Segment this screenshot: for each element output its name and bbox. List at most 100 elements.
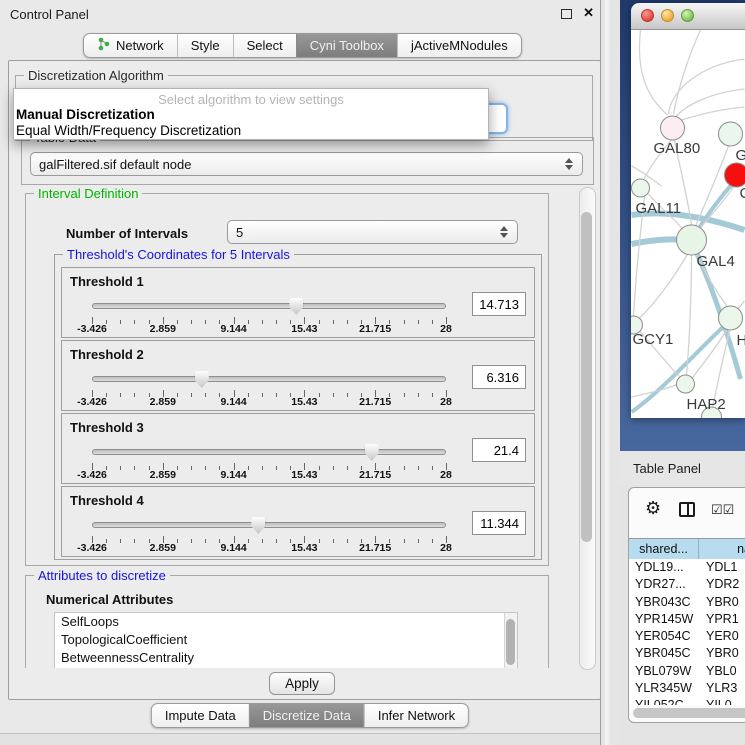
- network-canvas[interactable]: GAL80GACGAL11GAL4GCY1HHAP2: [631, 30, 745, 418]
- bottom-tab-bar: Impute DataDiscretize DataInfer Network: [151, 703, 469, 728]
- table-row[interactable]: YDR27...YDR2: [629, 576, 745, 593]
- threshold-panel-3: Threshold 3-3.4262.8599.14415.4321.71528: [61, 413, 535, 484]
- node-gal80[interactable]: [661, 116, 685, 140]
- main-scrollbar[interactable]: [579, 187, 596, 670]
- settings-scroll-viewport: Interval Definition Number of Intervals …: [21, 187, 578, 668]
- tick-label: 28: [440, 542, 452, 554]
- attributes-scrollbar[interactable]: [504, 613, 517, 668]
- threshold-label: Threshold 2: [70, 347, 144, 362]
- attributes-scrollbar-thumb[interactable]: [506, 619, 515, 665]
- table-row[interactable]: YBR045C YBR0: [629, 645, 745, 662]
- cell-name: YER0: [706, 628, 739, 645]
- tick-label: 9.144: [220, 323, 246, 335]
- node-red[interactable]: [725, 163, 745, 187]
- threshold-slider-2[interactable]: [92, 369, 446, 389]
- table-row[interactable]: YIL052CYIL0: [629, 697, 745, 705]
- node-gal11[interactable]: [632, 179, 650, 197]
- tab-network[interactable]: Network: [84, 34, 177, 57]
- slider-track[interactable]: [92, 449, 446, 455]
- popup-item-manual-discretization[interactable]: Manual Discretization: [16, 107, 155, 122]
- node-hap2[interactable]: [677, 375, 695, 393]
- node-top-right[interactable]: [719, 122, 743, 146]
- combo-stepper-icon: [564, 153, 576, 175]
- threshold-value-field-2[interactable]: [472, 365, 526, 389]
- control-panel-title: Control Panel: [10, 7, 89, 22]
- slider-tick-labels: -3.4262.8599.14415.4321.71528: [92, 469, 446, 481]
- attribute-item-selfloops[interactable]: SelfLoops: [55, 613, 517, 631]
- window-close-icon[interactable]: [641, 9, 654, 22]
- attribute-item-betweennesscentrality[interactable]: BetweennessCentrality: [55, 649, 517, 667]
- table-hscrollbar-thumb[interactable]: [633, 708, 745, 718]
- window-zoom-icon[interactable]: [681, 9, 694, 22]
- table-row[interactable]: YDL19...YDL1: [629, 559, 745, 576]
- network-edge[interactable]: [675, 89, 745, 118]
- slider-thumb[interactable]: [365, 444, 379, 461]
- node-label-gal11: GAL11: [636, 200, 682, 217]
- tab-jactivemnodules[interactable]: jActiveMNodules: [397, 34, 521, 57]
- num-intervals-label: Number of Intervals: [66, 226, 188, 241]
- columns-icon[interactable]: [679, 502, 695, 517]
- interval-definition-group: Interval Definition Number of Intervals …: [25, 193, 549, 566]
- attribute-item-topologicalcoefficient[interactable]: TopologicalCoefficient: [55, 631, 517, 649]
- column-header-shared[interactable]: shared...: [629, 539, 699, 560]
- tick-label: 2.859: [150, 396, 176, 408]
- table-row[interactable]: YPR145WYPR1: [629, 611, 745, 628]
- cell-shared-name: YLR345W: [635, 680, 692, 697]
- tick-label: 2.859: [150, 542, 176, 554]
- panel-splitter[interactable]: [600, 0, 621, 745]
- gear-icon[interactable]: ⚙: [645, 499, 661, 517]
- right-panel: GAL80GACGAL11GAL4GCY1HHAP2 Table Panel ⚙…: [620, 0, 745, 745]
- close-icon[interactable]: ✕: [583, 5, 594, 21]
- network-window-titlebar[interactable]: [631, 3, 745, 30]
- cell-name: YBR0: [706, 645, 739, 662]
- slider-track[interactable]: [92, 376, 446, 382]
- threshold-value-field-3[interactable]: [472, 438, 526, 462]
- bottom-tab-infer-network[interactable]: Infer Network: [364, 704, 468, 727]
- node-gal4[interactable]: [677, 225, 707, 255]
- node-label-hap2: HAP2: [687, 396, 726, 413]
- popup-item-equal-width-frequency-discretization[interactable]: Equal Width/Frequency Discretization: [16, 123, 241, 138]
- tab-select[interactable]: Select: [233, 34, 296, 57]
- slider-thumb[interactable]: [251, 517, 265, 534]
- table-row[interactable]: YER054CYER0: [629, 628, 745, 645]
- column-header-name[interactable]: na: [700, 539, 745, 560]
- threshold-slider-4[interactable]: [92, 515, 446, 535]
- table-hscrollbar[interactable]: [633, 708, 745, 718]
- window-minimize-icon[interactable]: [661, 9, 674, 22]
- tab-style[interactable]: Style: [177, 34, 233, 57]
- float-window-icon[interactable]: [561, 9, 572, 19]
- table-data-combobox-value: galFiltered.sif default node: [39, 157, 191, 172]
- table-data-combobox[interactable]: galFiltered.sif default node: [30, 152, 583, 176]
- cell-shared-name: YBR045C: [635, 645, 691, 662]
- cell-shared-name: YDR27...: [635, 576, 686, 593]
- tab-cyni-toolbox[interactable]: Cyni Toolbox: [296, 34, 397, 57]
- threshold-slider-3[interactable]: [92, 442, 446, 462]
- network-edge[interactable]: [639, 30, 667, 115]
- cell-name: YIL0: [706, 697, 732, 705]
- table-row[interactable]: YBL079WYBL0: [629, 663, 745, 680]
- thresholds-group: Threshold's Coordinates for 5 Intervals …: [54, 254, 542, 560]
- table-row[interactable]: YLR345WYLR3: [629, 680, 745, 697]
- slider-track[interactable]: [92, 522, 446, 528]
- apply-button[interactable]: Apply: [269, 672, 335, 695]
- bottom-tab-discretize-data[interactable]: Discretize Data: [249, 704, 364, 727]
- threshold-panel-1: Threshold 1-3.4262.8599.14415.4321.71528: [61, 267, 535, 338]
- network-edge[interactable]: [640, 254, 688, 318]
- table-panel-title: Table Panel: [620, 451, 745, 486]
- slider-track[interactable]: [92, 303, 446, 309]
- checked-boxes-icon[interactable]: ☑☑: [711, 502, 734, 518]
- main-scrollbar-thumb[interactable]: [581, 212, 592, 542]
- slider-thumb[interactable]: [195, 371, 209, 388]
- slider-thumb[interactable]: [289, 298, 303, 315]
- network-edge[interactable]: [676, 107, 745, 122]
- numerical-attributes-list: SelfLoopsTopologicalCoefficientBetweenne…: [54, 612, 518, 668]
- bottom-tab-impute-data[interactable]: Impute Data: [152, 704, 249, 727]
- node-label-h: H: [737, 332, 745, 349]
- threshold-slider-1[interactable]: [92, 296, 446, 316]
- num-intervals-combobox[interactable]: 5: [227, 220, 518, 244]
- threshold-value-field-4[interactable]: [472, 511, 526, 535]
- attributes-group: Attributes to discretize Numerical Attri…: [25, 575, 549, 668]
- threshold-value-field-1[interactable]: [472, 292, 526, 316]
- table-row[interactable]: YBR043CYBR0: [629, 594, 745, 611]
- node-h[interactable]: [719, 306, 743, 330]
